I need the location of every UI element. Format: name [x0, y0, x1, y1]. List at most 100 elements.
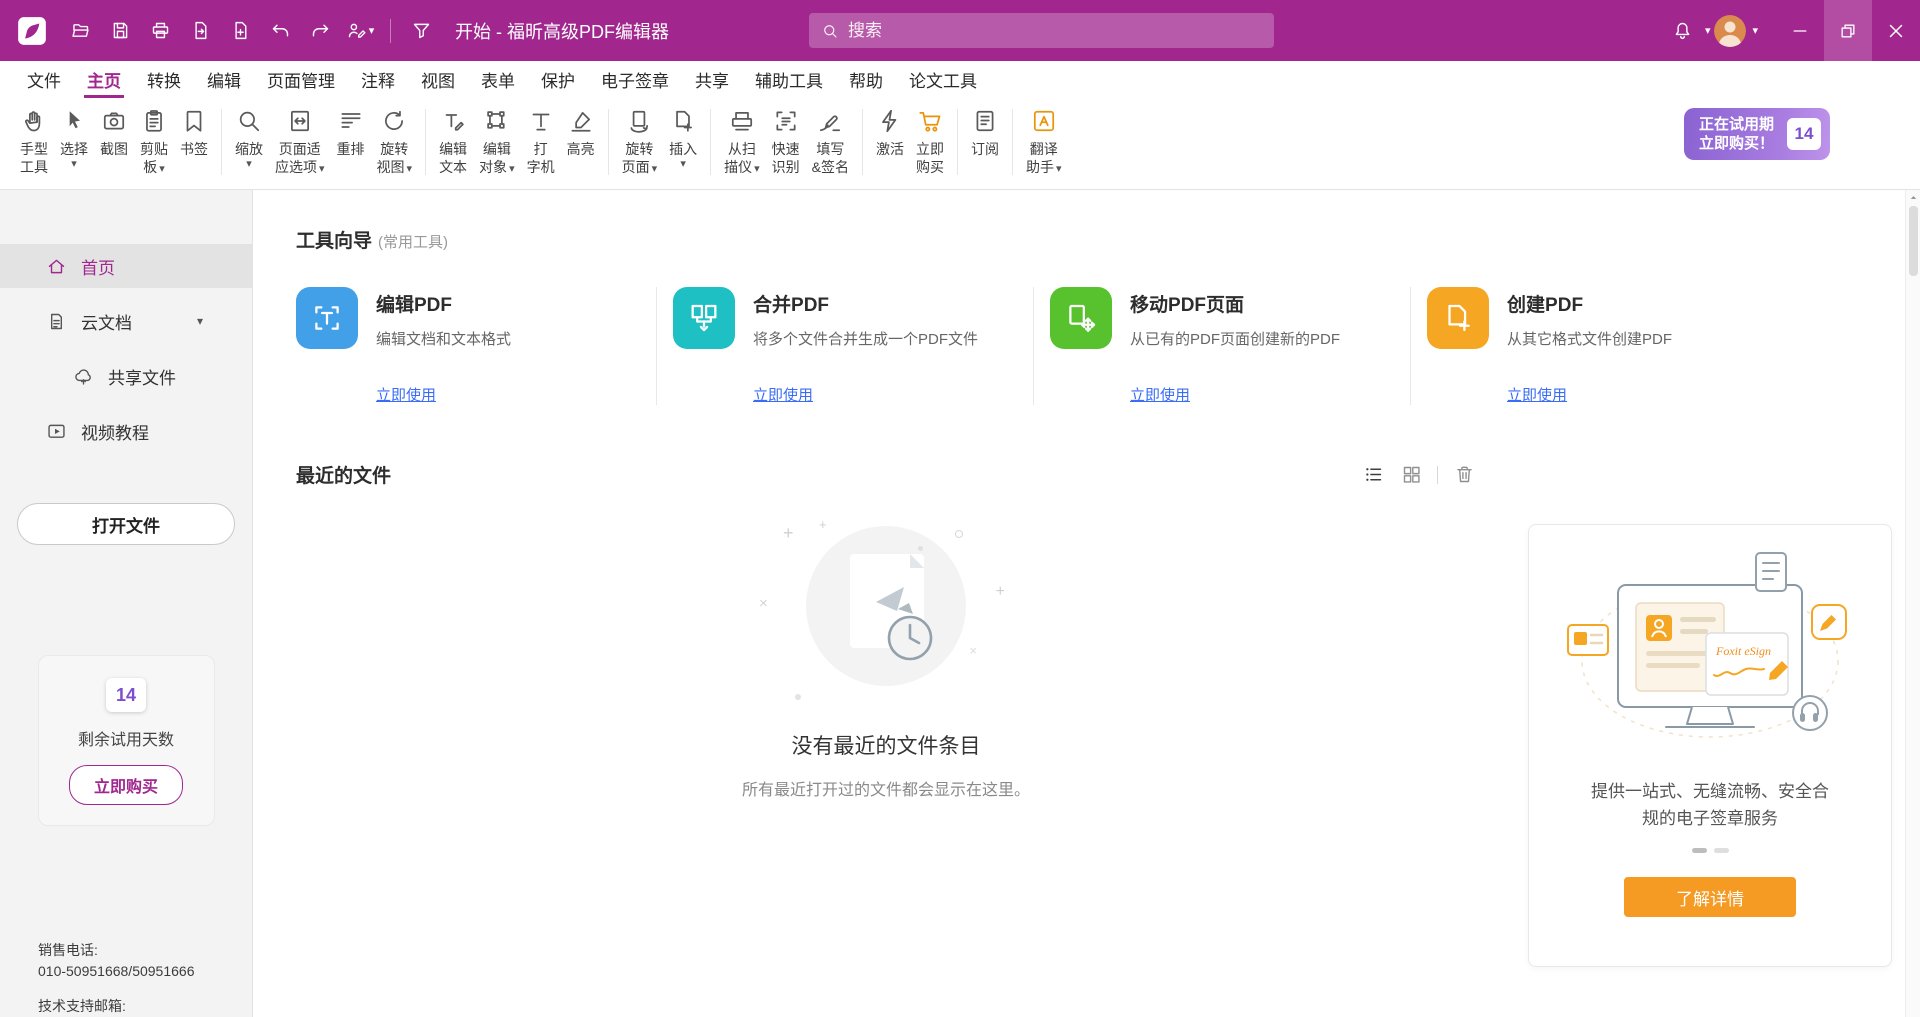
carousel-dots[interactable] — [1692, 848, 1729, 853]
cursor-tool-button[interactable]: 选择▾ — [54, 105, 94, 170]
ocr-tool-button[interactable]: 快速识别 — [766, 105, 806, 176]
insert-tool-button[interactable]: 插入▾ — [663, 105, 703, 170]
zoom-tool-button[interactable]: 缩放▾ — [229, 105, 269, 170]
carousel-dot-active[interactable] — [1692, 848, 1707, 853]
empty-state: + + + × × — [296, 522, 1476, 800]
snapshot-tool-button[interactable]: 截图 — [94, 105, 134, 158]
shared-cloud-icon — [73, 366, 94, 387]
menu-表单[interactable]: 表单 — [468, 61, 528, 98]
tool-label: 立即购买 — [916, 140, 944, 176]
menu-文件[interactable]: 文件 — [14, 61, 74, 98]
esign-button[interactable]: ▾ — [342, 13, 378, 49]
trial-badge[interactable]: 正在试用期 立即购买！ 14 — [1684, 108, 1830, 160]
sidebar-item-label: 视频教程 — [81, 419, 149, 444]
scanner-tool-button[interactable]: 从扫描仪▾ — [718, 105, 766, 178]
menu-共享[interactable]: 共享 — [682, 61, 742, 98]
menu-论文工具[interactable]: 论文工具 — [896, 61, 990, 98]
sidebar-item-shared-cloud[interactable]: 共享文件 — [0, 354, 252, 398]
open-file-button[interactable]: 打开文件 — [17, 503, 235, 545]
menu-转换[interactable]: 转换 — [134, 61, 194, 98]
carousel-dot[interactable] — [1714, 848, 1729, 853]
menu-视图[interactable]: 视图 — [408, 61, 468, 98]
scroll-up-icon[interactable] — [1908, 192, 1919, 203]
card-main: 创建PDF从其它格式文件创建PDF — [1427, 287, 1772, 350]
learn-more-button[interactable]: 了解详情 — [1624, 877, 1796, 917]
menu-电子签章[interactable]: 电子签章 — [588, 61, 682, 98]
tool-cards: 编辑PDF编辑文档和文本格式立即使用合并PDF将多个文件合并生成一个PDF文件立… — [296, 287, 1788, 405]
use-now-link[interactable]: 立即使用 — [1507, 384, 1772, 405]
redo-button[interactable] — [302, 13, 338, 49]
undo-button[interactable] — [262, 13, 298, 49]
search-bar[interactable] — [809, 13, 1274, 48]
edit-text-tool-button[interactable]: 编辑文本 — [433, 105, 473, 176]
use-now-link[interactable]: 立即使用 — [753, 384, 1017, 405]
clipboard-tool-button[interactable]: 剪贴板▾ — [134, 105, 174, 178]
card-description: 从已有的PDF页面创建新的PDF — [1130, 330, 1340, 350]
rotate-view-tool-button[interactable]: 旋转视图▾ — [371, 105, 419, 178]
trial-days-left: 14 — [1787, 118, 1821, 150]
sidebar-item-home[interactable]: 首页 — [0, 244, 252, 288]
menu-页面管理[interactable]: 页面管理 — [254, 61, 348, 98]
list-view-button[interactable] — [1361, 463, 1385, 487]
trial-panel: 14 剩余试用天数 立即购买 — [38, 655, 215, 826]
chevron-down-icon: ▾ — [197, 314, 203, 328]
highlight-tool-button[interactable]: 高亮 — [561, 105, 601, 158]
sidebar-item-cloud-doc[interactable]: 云文档▾ — [0, 299, 252, 343]
search-input[interactable] — [848, 21, 1262, 41]
search-icon — [821, 22, 839, 40]
user-avatar[interactable] — [1714, 15, 1746, 47]
clear-recent-button[interactable] — [1452, 463, 1476, 487]
x-decoration: × — [969, 644, 977, 657]
activate-tool-button[interactable]: 激活 — [870, 105, 910, 158]
print-button[interactable] — [142, 13, 178, 49]
notifications-caret-icon[interactable]: ▾ — [1705, 24, 1711, 37]
restore-button[interactable] — [1824, 0, 1872, 61]
export-file-button[interactable] — [182, 13, 218, 49]
dot-decoration — [955, 530, 963, 538]
notifications-button[interactable] — [1665, 13, 1701, 49]
create-file-button[interactable] — [222, 13, 258, 49]
vertical-scrollbar[interactable] — [1905, 190, 1920, 1017]
rotate-page-tool-button[interactable]: 旋转页面▾ — [616, 105, 664, 178]
card-description: 从其它格式文件创建PDF — [1507, 330, 1672, 350]
open-folder-button[interactable] — [62, 13, 98, 49]
undo-icon — [270, 20, 291, 41]
cart-tool-button[interactable]: 立即购买 — [910, 105, 950, 176]
close-button[interactable] — [1872, 0, 1920, 61]
fill-sign-tool-button[interactable]: 填写&签名 — [806, 105, 855, 176]
menu-编辑[interactable]: 编辑 — [194, 61, 254, 98]
edit-object-tool-button[interactable]: 编辑对象▾ — [473, 105, 521, 178]
dot-decoration — [918, 546, 923, 551]
menu-保护[interactable]: 保护 — [528, 61, 588, 98]
subscribe-tool-button[interactable]: 订阅 — [965, 105, 1005, 158]
use-now-link[interactable]: 立即使用 — [376, 384, 640, 405]
fit-page-tool-button[interactable]: 页面适应选项▾ — [269, 105, 331, 178]
tool-label: 编辑文本 — [439, 140, 467, 176]
save-button[interactable] — [102, 13, 138, 49]
menu-主页[interactable]: 主页 — [74, 61, 134, 98]
hand-tool-button[interactable]: 手型工具 — [14, 105, 54, 176]
menu-注释[interactable]: 注释 — [348, 61, 408, 98]
reflow-tool-button[interactable]: 重排 — [331, 105, 371, 158]
minimize-button[interactable] — [1776, 0, 1824, 61]
account-caret-icon[interactable]: ▾ — [1752, 24, 1758, 37]
translate-icon — [1031, 105, 1057, 137]
scrollbar-thumb[interactable] — [1909, 206, 1918, 276]
card-text: 创建PDF从其它格式文件创建PDF — [1507, 287, 1672, 350]
menu-辅助工具[interactable]: 辅助工具 — [742, 61, 836, 98]
filter-button[interactable] — [403, 13, 439, 49]
tool-label: 选择▾ — [60, 140, 88, 170]
use-now-link[interactable]: 立即使用 — [1130, 384, 1394, 405]
buy-now-button[interactable]: 立即购买 — [69, 765, 183, 805]
ribbon-separator — [425, 109, 426, 175]
translate-tool-button[interactable]: 翻译助手▾ — [1020, 105, 1068, 178]
typewriter-tool-button[interactable]: 打字机 — [521, 105, 561, 176]
grid-view-button[interactable] — [1399, 463, 1423, 487]
bookmark-tool-button[interactable]: 书签 — [174, 105, 214, 158]
ocr-icon — [773, 105, 799, 137]
sidebar-item-video[interactable]: 视频教程 — [0, 409, 252, 453]
esign-promo-card: Foxit eSign 提供一站式、无缝流畅、安全合 规的电子签章服务 — [1528, 524, 1892, 967]
menu-帮助[interactable]: 帮助 — [836, 61, 896, 98]
ribbon-tools: 手型工具选择▾截图剪贴板▾书签缩放▾页面适应选项▾重排旋转视图▾ 编辑文本编辑对象… — [14, 105, 1068, 178]
tool-card-2: 合并PDF将多个文件合并生成一个PDF文件立即使用 — [673, 287, 1034, 405]
